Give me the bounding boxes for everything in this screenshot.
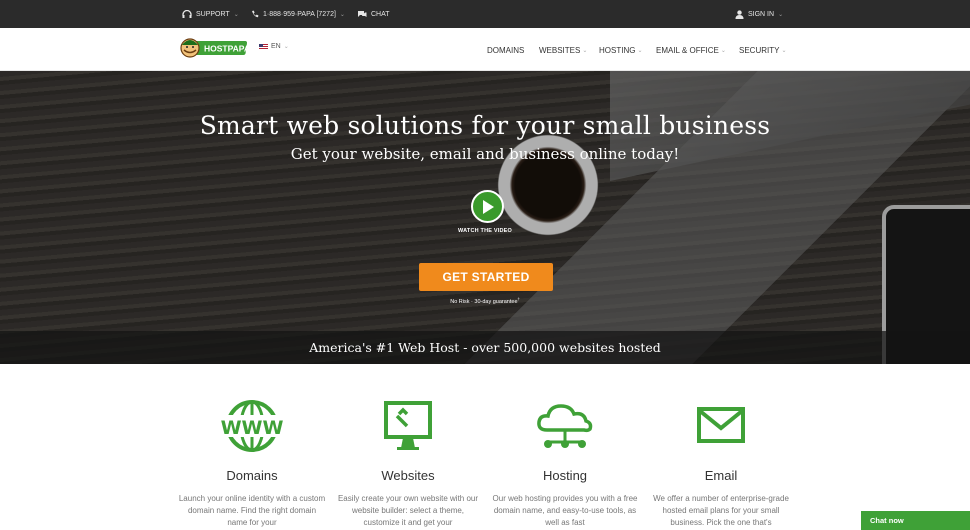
- headset-icon: [182, 9, 192, 19]
- monitor-builder-icon: [373, 400, 443, 452]
- guarantee-note: No Risk · 30-day guarantee†: [0, 296, 970, 305]
- feature-description: Our web hosting provides you with a free…: [492, 494, 638, 527]
- feature-hosting[interactable]: Hosting Our web hosting provides you wit…: [490, 400, 640, 529]
- chevron-down-icon: ⌄: [233, 11, 239, 18]
- nav-websites-label: WEBSITES: [539, 45, 581, 55]
- get-started-button[interactable]: GET STARTED: [419, 263, 553, 291]
- hero-section: Smart web solutions for your small busin…: [0, 71, 970, 364]
- language-selector[interactable]: EN ⌄: [259, 43, 289, 50]
- logo-text: HOSTPAPA: [204, 44, 250, 54]
- phone-menu[interactable]: 1·888·959·PAPA [7272] ⌄: [251, 0, 345, 28]
- hero-title: Smart web solutions for your small busin…: [199, 111, 771, 140]
- cloud-hosting-icon: [530, 400, 600, 452]
- sign-in-menu[interactable]: SIGN IN ⌄: [735, 0, 783, 28]
- chevron-down-icon: ⌄: [637, 47, 643, 54]
- chat-bubble-icon: [357, 10, 367, 18]
- chevron-down-icon: ⌄: [720, 47, 726, 54]
- nav-websites[interactable]: WEBSITES ⌄: [539, 44, 587, 56]
- chevron-down-icon: ⌄: [339, 11, 345, 18]
- sign-in-label: SIGN IN: [748, 10, 775, 18]
- nav-email-office-label: EMAIL & OFFICE: [656, 45, 719, 55]
- nav-security[interactable]: SECURITY ⌄: [739, 44, 786, 56]
- main-navbar: [0, 28, 970, 71]
- chat-label: CHAT: [371, 10, 390, 18]
- chevron-down-icon: ⌄: [778, 11, 784, 18]
- hostpapa-logo[interactable]: HOSTPAPA: [180, 36, 250, 60]
- nav-domains[interactable]: DOMAINS: [487, 44, 524, 56]
- feature-title: Websites: [381, 468, 435, 483]
- nav-email-office[interactable]: EMAIL & OFFICE ⌄: [656, 44, 726, 56]
- us-flag-icon: [259, 43, 268, 50]
- feature-title: Email: [704, 468, 738, 483]
- feature-title: Hosting: [542, 468, 588, 483]
- guarantee-mark: †: [517, 296, 520, 301]
- play-icon: [482, 199, 494, 214]
- chevron-down-icon: ⌄: [283, 44, 289, 50]
- www-globe-icon: WWW: [217, 400, 287, 452]
- feature-title: Domains: [226, 468, 278, 483]
- watch-video-label[interactable]: WATCH THE VIDEO: [0, 228, 970, 234]
- phone-icon: [251, 10, 259, 18]
- feature-domains[interactable]: WWW Domains Launch your online identity …: [177, 400, 327, 529]
- support-menu[interactable]: SUPPORT ⌄: [182, 0, 239, 28]
- chat-link[interactable]: CHAT: [357, 0, 390, 28]
- user-icon: [735, 9, 744, 19]
- guarantee-text: No Risk · 30-day guarantee: [450, 298, 518, 305]
- chevron-down-icon: ⌄: [582, 47, 588, 54]
- chevron-down-icon: ⌄: [781, 47, 787, 54]
- nav-hosting-label: HOSTING: [599, 45, 636, 55]
- chat-now-widget[interactable]: Chat now: [861, 511, 970, 530]
- nav-domains-label: DOMAINS: [487, 45, 525, 55]
- feature-email[interactable]: Email We offer a number of enterprise-gr…: [646, 400, 796, 529]
- hero-subtitle: Get your website, email and business onl…: [290, 145, 680, 163]
- svg-text:WWW: WWW: [221, 417, 284, 439]
- play-video-button[interactable]: [471, 190, 504, 223]
- feature-websites[interactable]: Websites Easily create your own website …: [333, 400, 483, 529]
- language-label: EN: [271, 43, 281, 50]
- feature-description: Launch your online identity with a custo…: [178, 494, 326, 527]
- tagline-band: America's #1 Web Host - over 500,000 web…: [0, 331, 970, 364]
- top-bar: SUPPORT ⌄ 1·888·959·PAPA [7272] ⌄ CHAT S…: [0, 0, 970, 28]
- phone-number: 1·888·959·PAPA [7272]: [263, 10, 336, 18]
- support-label: SUPPORT: [196, 10, 230, 18]
- nav-hosting[interactable]: HOSTING ⌄: [599, 44, 642, 56]
- feature-description: Easily create your own website with our …: [337, 494, 479, 527]
- feature-description: We offer a number of enterprise-grade ho…: [653, 494, 789, 527]
- envelope-icon: [686, 400, 756, 452]
- nav-security-label: SECURITY: [739, 45, 780, 55]
